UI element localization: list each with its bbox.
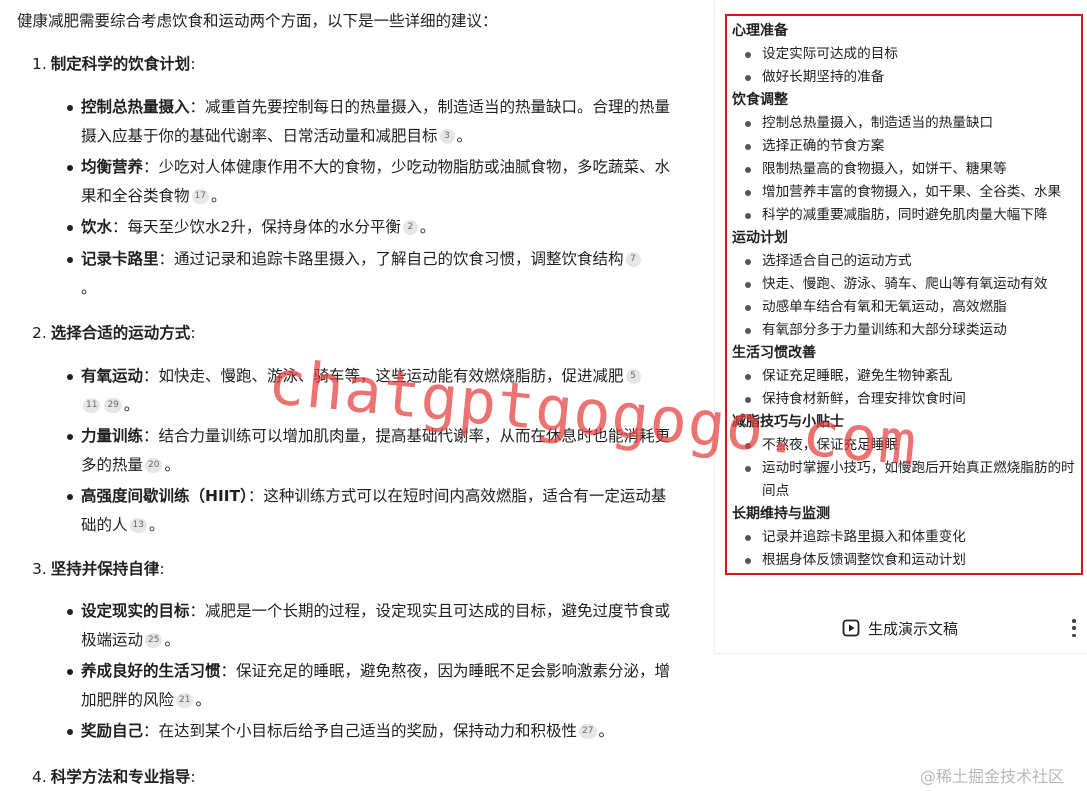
- citation-badge[interactable]: 13: [129, 518, 147, 533]
- list-item: 均衡营养：少吃对人体健康作用不大的食物，少吃动物脂肪或油腻食物，多吃蔬菜、水果和…: [67, 153, 671, 211]
- list-item: 养成良好的生活习惯：保证充足的睡眠，避免熬夜，因为睡眠不足会影响激素分泌，增加肥…: [67, 657, 671, 715]
- outline-item: 快走、慢跑、游泳、骑车、爬山等有氧运动有效: [732, 273, 1081, 296]
- panel-actions: 生成演示文稿: [715, 606, 1087, 650]
- citation-badge[interactable]: 17: [191, 189, 209, 204]
- citation-badge[interactable]: 3: [439, 129, 455, 144]
- list-item: 设定现实的目标：减肥是一个长期的过程，设定现实且可达成的目标，避免过度节食或极端…: [67, 597, 671, 655]
- chat-answer-page: 健康减肥需要综合考虑饮食和运动两个方面，以下是一些详细的建议： 1. 制定科学的饮…: [0, 0, 1087, 791]
- outline-item: 增加营养丰富的食物摄入，如干果、全谷类、水果: [732, 181, 1081, 204]
- outline-item: 选择正确的节食方案: [732, 135, 1081, 158]
- citation-badge[interactable]: 2: [402, 220, 418, 235]
- answer-intro: 健康减肥需要综合考虑饮食和运动两个方面，以下是一些详细的建议：: [17, 12, 498, 30]
- outline-group-title: 生活习惯改善: [732, 345, 816, 361]
- citation-badge[interactable]: 29: [104, 398, 122, 413]
- generate-presentation-button[interactable]: 生成演示文稿: [842, 614, 958, 642]
- citation-badge[interactable]: 25: [145, 633, 163, 648]
- outline-item: 动感单车结合有氧和无氧运动，高效燃脂: [732, 296, 1081, 319]
- outline-group-title: 减脂技巧与小贴士: [732, 414, 844, 430]
- citation-badge[interactable]: 11: [83, 398, 101, 413]
- mindmap-panel: 心理准备 设定实际可达成的目标 做好长期坚持的准备 饮食调整 控制总热量摄入，制…: [714, 0, 1087, 654]
- outline-group-title: 运动计划: [732, 230, 788, 246]
- list-item: 控制总热量摄入：减重首先要控制每日的热量摄入，制造适当的热量缺口。合理的热量摄入…: [67, 93, 671, 151]
- citation-badge[interactable]: 27: [579, 724, 597, 739]
- play-square-icon: [842, 619, 860, 637]
- outline-item: 选择适合自己的运动方式: [732, 250, 1081, 273]
- list-item: 记录卡路里：通过记录和追踪卡路里摄入，了解自己的饮食习惯，调整饮食结构 7。: [67, 245, 671, 303]
- outline-group-title: 心理准备: [732, 23, 788, 39]
- list-item: 高强度间歇训练（HIIT）：这种训练方式可以在短时间内高效燃脂，适合有一定运动基…: [67, 482, 671, 540]
- section-title: 1. 制定科学的饮食计划:: [32, 55, 196, 73]
- citation-badge[interactable]: 21: [176, 693, 194, 708]
- outline-item: 保证充足睡眠，避免生物钟紊乱: [732, 365, 1081, 388]
- outline-group-title: 长期维持与监测: [732, 506, 830, 522]
- section-title: 2. 选择合适的运动方式:: [32, 324, 196, 342]
- citation-badge[interactable]: 7: [625, 252, 641, 267]
- more-vertical-icon[interactable]: [1069, 616, 1079, 640]
- list-item: 饮水：每天至少饮水2升，保持身体的水分平衡 2。: [67, 213, 671, 242]
- list-item: 力量训练：结合力量训练可以增加肌肉量，提高基础代谢率，从而在休息时也能消耗更多的…: [67, 422, 671, 480]
- outline-item: 科学的减重要减脂肪，同时避免肌肉量大幅下降: [732, 204, 1081, 227]
- outline-item: 运动时掌握小技巧，如慢跑后开始真正燃烧脂肪的时间点: [732, 457, 1081, 503]
- outline-list: 心理准备 设定实际可达成的目标 做好长期坚持的准备 饮食调整 控制总热量摄入，制…: [725, 14, 1083, 575]
- citation-badge[interactable]: 20: [145, 458, 163, 473]
- site-watermark: @稀土掘金技术社区: [920, 767, 1065, 786]
- outline-group-title: 饮食调整: [732, 92, 788, 108]
- outline-item: 控制总热量摄入，制造适当的热量缺口: [732, 112, 1081, 135]
- section-title: 3. 坚持并保持自律:: [32, 560, 165, 578]
- outline-item: 有氧部分多于力量训练和大部分球类运动: [732, 319, 1081, 342]
- outline-item: 根据身体反馈调整饮食和运动计划: [732, 549, 1081, 572]
- citation-badge[interactable]: 5: [625, 369, 641, 384]
- outline-item: 记录并追踪卡路里摄入和体重变化: [732, 526, 1081, 549]
- outline-item: 设定实际可达成的目标: [732, 43, 1081, 66]
- list-item: 有氧运动：如快走、慢跑、游泳、骑车等，这些运动能有效燃烧脂肪，促进减肥 5 11 29…: [67, 362, 671, 420]
- outline-item: 限制热量高的食物摄入，如饼干、糖果等: [732, 158, 1081, 181]
- section-title: 4. 科学方法和专业指导:: [32, 768, 196, 786]
- list-item: 奖励自己：在达到某个小目标后给予自己适当的奖励，保持动力和积极性 27。: [67, 717, 671, 746]
- outline-item: 不熬夜，保证充足睡眠: [732, 434, 1081, 457]
- outline-item: 保持食材新鲜，合理安排饮食时间: [732, 388, 1081, 411]
- generate-presentation-label: 生成演示文稿: [868, 619, 959, 638]
- outline-item: 做好长期坚持的准备: [732, 66, 1081, 89]
